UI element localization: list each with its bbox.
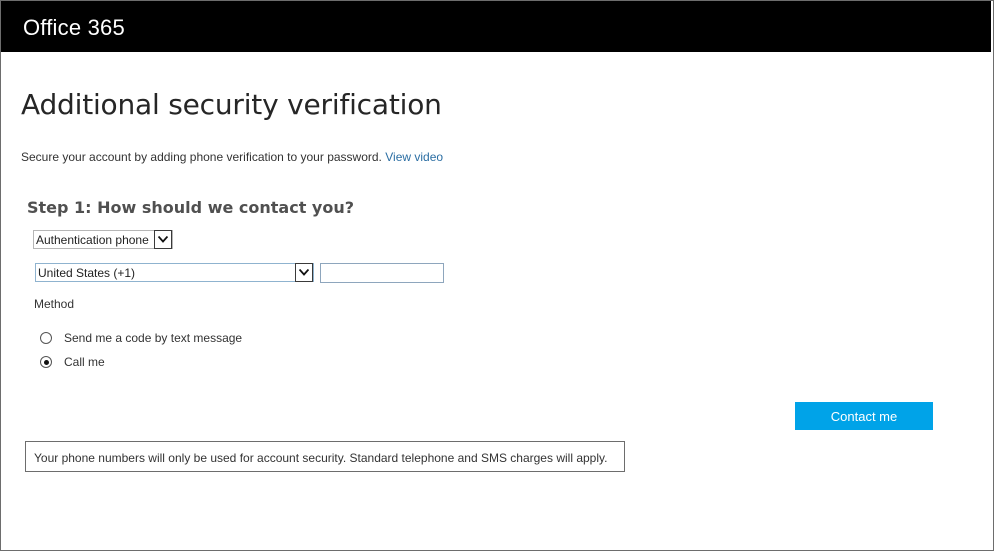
chevron-down-icon[interactable] <box>154 230 172 249</box>
call-me-radio[interactable] <box>40 356 52 368</box>
step-title: Step 1: How should we contact you? <box>27 198 354 217</box>
text-message-label: Send me a code by text message <box>64 331 243 345</box>
call-me-label: Call me <box>64 355 105 369</box>
description-text: Secure your account by adding phone veri… <box>21 150 382 164</box>
phone-number-input[interactable] <box>320 263 444 283</box>
view-video-link[interactable]: View video <box>385 150 443 164</box>
chevron-down-icon[interactable] <box>295 263 313 282</box>
method-label: Method <box>34 297 75 311</box>
top-bar: Office 365 <box>1 1 991 52</box>
page-title: Additional security verification <box>21 88 442 121</box>
contact-method-select[interactable]: Authentication phone <box>33 230 173 249</box>
country-code-value: United States (+1) <box>38 266 136 280</box>
contact-me-button[interactable]: Contact me <box>795 402 933 430</box>
charges-notice: Your phone numbers will only be used for… <box>25 441 625 472</box>
country-code-select[interactable]: United States (+1) <box>35 263 314 282</box>
brand-title: Office 365 <box>23 15 125 40</box>
radio-selected-dot <box>43 359 49 365</box>
contact-method-value: Authentication phone <box>36 233 149 247</box>
text-message-radio[interactable] <box>40 332 52 344</box>
page-description: Secure your account by adding phone veri… <box>21 150 443 164</box>
